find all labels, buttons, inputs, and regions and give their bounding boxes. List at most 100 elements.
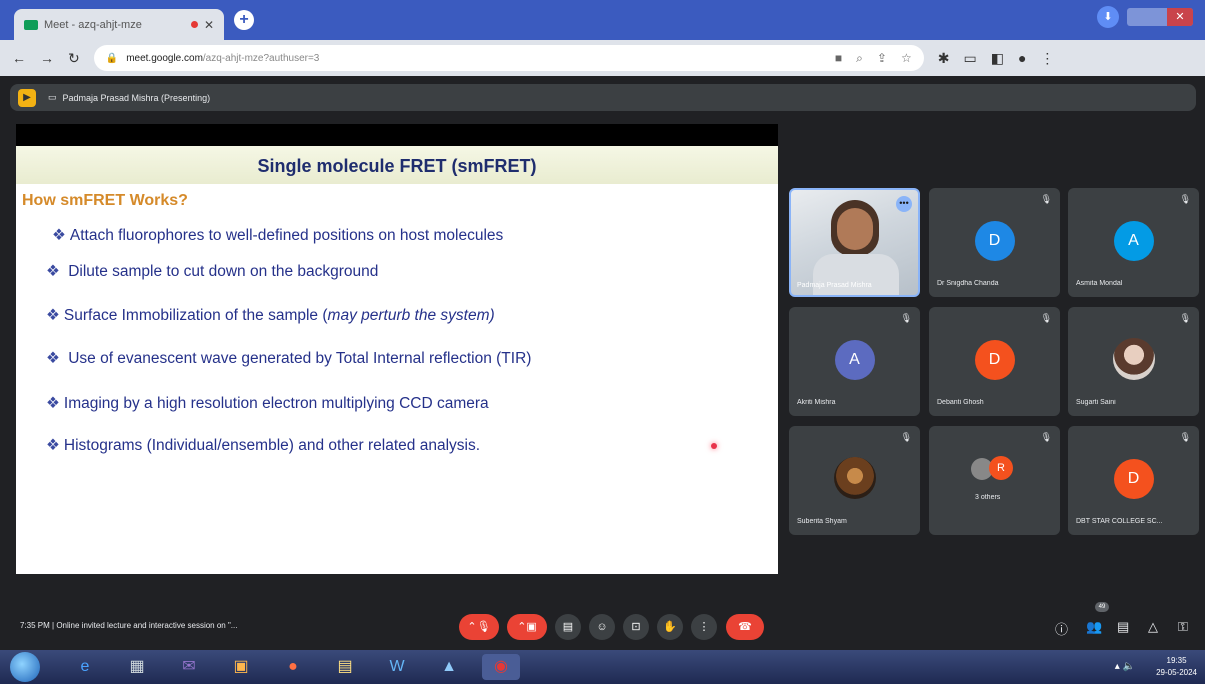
mail-icon[interactable]: ✉ (170, 654, 208, 680)
slide-bullet: ❖ Use of evanescent wave generated by To… (46, 350, 532, 367)
profile-icon[interactable]: ⬇ (1097, 6, 1119, 28)
sidepanel-icon[interactable]: ◧ (991, 50, 1004, 67)
participant-name: Suberita Shyam (797, 518, 847, 525)
lock-icon: 🔒 (105, 52, 119, 64)
media-icon[interactable]: ▭ (963, 50, 976, 67)
chrome-icon[interactable]: ◉ (482, 654, 520, 680)
start-button[interactable] (10, 652, 40, 682)
os-taskbar: e ▦ ✉ ▣ ● ▤ W ▲ ◉ ▴ 🔈 19:35 29-05-2024 (0, 650, 1205, 684)
camera-toggle-button[interactable]: ⌃▣ (507, 614, 547, 640)
browser-tab-bar: Meet - azq-ahjt-mze ✕ + ⬇ ✕ (0, 0, 1205, 40)
slide-subtitle: How smFRET Works? (22, 192, 188, 209)
reload-icon[interactable]: ↻ (68, 50, 80, 67)
participant-tile[interactable]: 🎙︎ Suberita Shyam (789, 426, 920, 535)
media-player-icon[interactable]: ▣ (222, 654, 260, 680)
chat-icon[interactable]: ▤ (1117, 619, 1129, 635)
avatar: A (834, 339, 875, 380)
present-screen-icon: ▭ (48, 92, 57, 102)
ie-icon[interactable]: e (66, 654, 104, 680)
meeting-info: 7:35 PM | Online invited lecture and int… (20, 621, 238, 630)
avatar: D (974, 339, 1015, 380)
emoji-button[interactable]: ☺ (589, 614, 615, 640)
meet-logo-icon: ▶ (18, 88, 36, 107)
captions-button[interactable]: ▤ (555, 614, 581, 640)
host-controls-icon[interactable]: ⚿ (1178, 619, 1188, 635)
meet-controls-bar: 7:35 PM | Online invited lecture and int… (0, 600, 1205, 650)
url-text: meet.google.com/azq-ahjt-mze?authuser=3 (126, 52, 320, 64)
omnibox-actions: ■ ⌕ ⇪ ☆ (835, 51, 912, 66)
mic-off-icon: 🎙︎ (1179, 194, 1191, 204)
browser-tab[interactable]: Meet - azq-ahjt-mze ✕ (14, 9, 224, 40)
participant-tile[interactable]: 🎙︎ D Debanti Ghosh (929, 307, 1060, 416)
slide-bullet: ❖ Surface Immobilization of the sample (m… (46, 307, 495, 324)
new-tab-button[interactable]: + (234, 10, 254, 30)
tab-title: Meet - azq-ahjt-mze (44, 18, 142, 31)
leave-call-button[interactable]: ☎ (726, 614, 764, 640)
participant-tile[interactable]: 🎙︎ Sugarti Saini (1068, 307, 1199, 416)
url-field[interactable]: 🔒 meet.google.com/azq-ahjt-mze?authuser=… (93, 45, 924, 71)
firefox-icon[interactable]: ● (274, 654, 312, 680)
participant-name: Padmaja Prasad Mishra (797, 282, 872, 289)
slide: Single molecule FRET (smFRET) How smFRET… (16, 146, 778, 574)
speaker-face (837, 208, 873, 250)
mic-off-icon: 🎙︎ (1179, 313, 1191, 323)
participant-tile[interactable]: 🎙︎ D DBT STAR COLLEGE SC... (1068, 426, 1199, 535)
window-close-button[interactable]: ✕ (1167, 8, 1193, 26)
participant-name: Dr Snigdha Chanda (937, 280, 999, 287)
raise-hand-button[interactable]: ✋ (657, 614, 683, 640)
more-options-button[interactable]: ⋮ (691, 614, 717, 640)
info-icon[interactable]: ⓘ (1055, 619, 1068, 638)
participant-video-tile[interactable]: ••• Padmaja Prasad Mishra (789, 188, 920, 297)
laser-pointer-icon (711, 443, 717, 449)
system-tray[interactable]: ▴ 🔈 (1115, 661, 1135, 672)
more-options-icon[interactable]: ••• (896, 196, 912, 212)
mic-off-icon: 🎙︎ (1040, 194, 1052, 204)
slide-bullet: ❖ Dilute sample to cut down on the backg… (46, 263, 379, 280)
participant-tile[interactable]: 🎙︎ R 3 others (929, 426, 1060, 535)
extensions-icon[interactable]: ✱ (938, 50, 950, 67)
participant-name: Sugarti Saini (1076, 399, 1116, 406)
participant-name: 3 others (975, 494, 1001, 501)
zoom-icon[interactable]: ⌕ (856, 51, 863, 66)
mic-off-icon: 🎙︎ (1040, 313, 1052, 323)
taskbar-clock[interactable]: 19:35 29-05-2024 (1156, 655, 1197, 679)
avatar: D (1113, 458, 1154, 499)
participant-name: Akriti Mishra (797, 399, 836, 406)
window-buttons[interactable]: ✕ (1127, 8, 1193, 26)
back-icon[interactable]: ← (12, 50, 26, 66)
avatar[interactable]: ● (1018, 50, 1026, 66)
camera-icon[interactable]: ■ (835, 51, 842, 66)
forward-icon[interactable]: → (40, 50, 54, 66)
photos-icon[interactable]: ▲ (430, 654, 468, 680)
participant-name: DBT STAR COLLEGE SC... (1076, 518, 1163, 525)
bookmark-star-icon[interactable]: ☆ (901, 51, 912, 66)
presentation-area: Single molecule FRET (smFRET) How smFRET… (16, 124, 778, 574)
mic-off-icon: 🎙︎ (1040, 432, 1052, 442)
participant-tile[interactable]: 🎙︎ A Asmita Mondal (1068, 188, 1199, 297)
activities-icon[interactable]: △ (1148, 619, 1158, 635)
mic-toggle-button[interactable]: ⌃🎙 (459, 614, 499, 640)
mic-off-icon: 🎙︎ (900, 313, 912, 323)
avatar (833, 456, 876, 499)
people-icon[interactable]: 👥 (1086, 619, 1102, 635)
explorer-icon[interactable]: ▤ (326, 654, 364, 680)
share-icon[interactable]: ⇪ (877, 51, 887, 66)
menu-icon[interactable]: ⋮ (1040, 50, 1054, 67)
address-toolbar: ← → ↻ 🔒 meet.google.com/azq-ahjt-mze?aut… (0, 40, 1205, 76)
avatar (1112, 337, 1155, 380)
word-icon[interactable]: W (378, 654, 416, 680)
app-icon[interactable]: ▦ (118, 654, 156, 680)
present-button[interactable]: ⊡ (623, 614, 649, 640)
window-controls: ⬇ ✕ (1097, 6, 1193, 28)
participant-tile[interactable]: 🎙︎ A Akriti Mishra (789, 307, 920, 416)
participant-name: Debanti Ghosh (937, 399, 984, 406)
avatar: R (989, 456, 1013, 480)
participant-tile[interactable]: 🎙︎ D Dr Snigdha Chanda (929, 188, 1060, 297)
slide-bullet: ❖ Imaging by a high resolution electron m… (46, 395, 489, 412)
people-count-badge: 49 (1095, 602, 1109, 612)
participant-name: Asmita Mondal (1076, 280, 1123, 287)
avatar: D (974, 220, 1015, 261)
close-tab-icon[interactable]: ✕ (204, 18, 214, 32)
slide-bullet: ❖ Histograms (Individual/ensemble) and ot… (46, 437, 481, 454)
meet-favicon-icon (24, 19, 38, 30)
